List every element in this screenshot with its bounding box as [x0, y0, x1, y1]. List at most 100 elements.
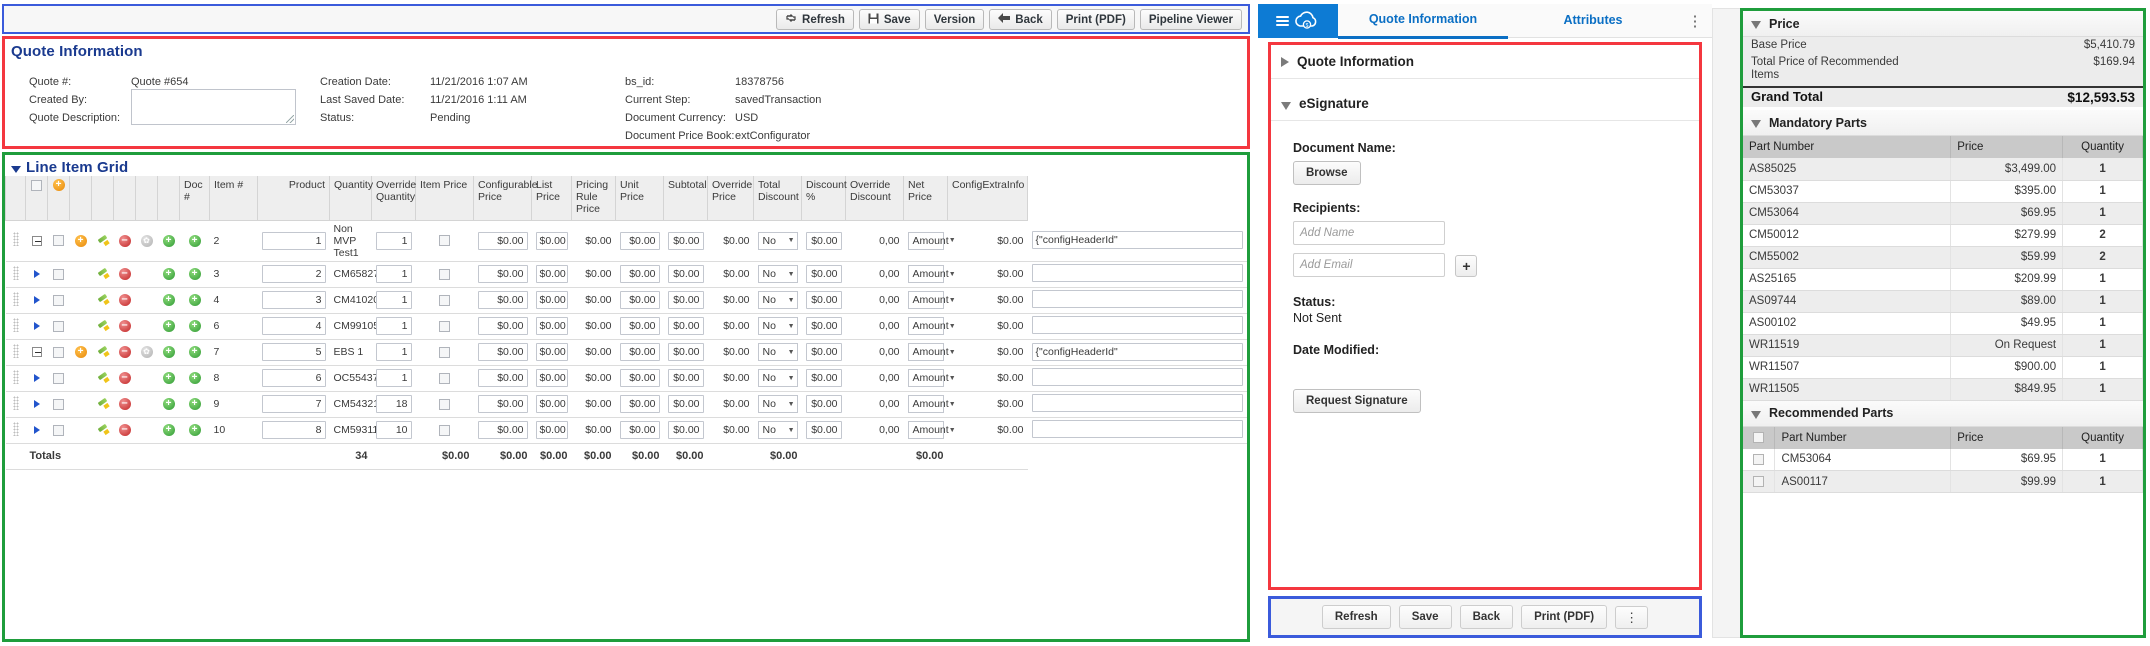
- recommended-col-select[interactable]: [1743, 427, 1775, 449]
- pricing-rule-price-input[interactable]: $0.00: [620, 232, 660, 250]
- override-price-select[interactable]: No▼: [758, 317, 798, 335]
- row-movedown-cell[interactable]: [180, 220, 210, 261]
- accordion-recommended-parts[interactable]: Recommended Parts: [1743, 401, 2143, 427]
- pricing-rule-price-input[interactable]: $0.00: [620, 317, 660, 335]
- cell-total-discount[interactable]: $0.00: [802, 365, 846, 391]
- configurable-price-input[interactable]: $0.00: [536, 265, 568, 283]
- unit-price-input[interactable]: $0.00: [668, 265, 704, 283]
- cell-unit-price[interactable]: $0.00: [664, 287, 708, 313]
- edit-pencil-icon[interactable]: [97, 372, 109, 384]
- cell-item-price[interactable]: $0.00: [474, 391, 532, 417]
- row-moveup-cell[interactable]: [158, 391, 180, 417]
- override-quantity-checkbox[interactable]: [439, 347, 450, 358]
- mandatory-parts-chevron-down-icon[interactable]: [1751, 120, 1761, 128]
- cell-quantity[interactable]: 18: [372, 391, 416, 417]
- cell-config-extra-info[interactable]: [1028, 287, 1248, 313]
- cell-unit-price[interactable]: $0.00: [664, 261, 708, 287]
- row-expand-icon[interactable]: [34, 322, 40, 330]
- total-discount-input[interactable]: $0.00: [806, 343, 842, 361]
- override-discount-select[interactable]: Amount▼: [908, 343, 944, 361]
- chevron-right-icon[interactable]: [1281, 57, 1289, 67]
- cell-override-discount[interactable]: Amount▼: [904, 339, 948, 365]
- drag-dots-icon[interactable]: [13, 232, 19, 246]
- accordion-quote-information[interactable]: Quote Information: [1271, 45, 1699, 79]
- override-quantity-checkbox[interactable]: [439, 295, 450, 306]
- accordion-price[interactable]: Price: [1743, 11, 2143, 37]
- item-price-input[interactable]: $0.00: [478, 343, 528, 361]
- row-collapse-icon[interactable]: [32, 236, 42, 246]
- cell-total-discount[interactable]: $0.00: [802, 313, 846, 339]
- row-collapse-icon[interactable]: [32, 347, 42, 357]
- cell-quantity[interactable]: 1: [372, 287, 416, 313]
- cell-item[interactable]: 1: [258, 220, 330, 261]
- cell-override-price[interactable]: No▼: [754, 261, 802, 287]
- config-extra-info-input[interactable]: [1032, 316, 1244, 334]
- override-discount-select[interactable]: Amount▼: [908, 265, 944, 283]
- move-up-icon[interactable]: [163, 398, 175, 410]
- cell-config-extra-info[interactable]: [1028, 261, 1248, 287]
- item-price-input[interactable]: $0.00: [478, 265, 528, 283]
- item-price-input[interactable]: $0.00: [478, 421, 528, 439]
- grid-col-total-discount[interactable]: Total Discount: [754, 176, 802, 220]
- delete-icon[interactable]: [119, 294, 131, 306]
- cell-override-quantity[interactable]: [416, 220, 474, 261]
- table-row[interactable]: 86OC554371$0.00$0.00$0.00$0.00$0.00$0.00…: [6, 365, 1248, 391]
- cell-total-discount[interactable]: $0.00: [802, 417, 846, 443]
- unit-price-input[interactable]: $0.00: [668, 317, 704, 335]
- drag-dots-icon[interactable]: [13, 344, 19, 358]
- cell-override-price[interactable]: No▼: [754, 391, 802, 417]
- move-down-icon[interactable]: [189, 320, 201, 332]
- cell-override-discount[interactable]: Amount▼: [904, 313, 948, 339]
- grid-col-net-price[interactable]: Net Price: [904, 176, 948, 220]
- table-row[interactable]: 21Non MVP Test11$0.00$0.00$0.00$0.00$0.0…: [6, 220, 1248, 261]
- delete-icon[interactable]: [119, 235, 131, 247]
- cell-override-price[interactable]: No▼: [754, 287, 802, 313]
- row-select-cell[interactable]: [48, 261, 70, 287]
- table-row[interactable]: 108CM5931110$0.00$0.00$0.00$0.00$0.00$0.…: [6, 417, 1248, 443]
- quantity-input[interactable]: 1: [376, 343, 412, 361]
- grid-col-quantity[interactable]: Quantity: [330, 176, 372, 220]
- edit-pencil-icon[interactable]: [97, 346, 109, 358]
- table-row[interactable]: AS00117$99.991: [1743, 471, 2143, 493]
- drag-dots-icon[interactable]: [13, 292, 19, 306]
- cell-configurable-price[interactable]: $0.00: [532, 391, 572, 417]
- edit-pencil-icon[interactable]: [97, 320, 109, 332]
- row-edit-cell[interactable]: [92, 417, 114, 443]
- row-drag-handle[interactable]: [6, 391, 26, 417]
- total-discount-input[interactable]: $0.00: [806, 317, 842, 335]
- row-delete-cell[interactable]: [114, 339, 136, 365]
- item-price-input[interactable]: $0.00: [478, 232, 528, 250]
- add-recipient-button[interactable]: +: [1455, 255, 1477, 277]
- cell-override-quantity[interactable]: [416, 391, 474, 417]
- quantity-input[interactable]: 1: [376, 317, 412, 335]
- cell-override-discount[interactable]: Amount▼: [904, 365, 948, 391]
- grid-col-item[interactable]: Item #: [210, 176, 258, 220]
- move-up-icon[interactable]: [163, 346, 175, 358]
- cell-total-discount[interactable]: $0.00: [802, 261, 846, 287]
- row-delete-cell[interactable]: [114, 391, 136, 417]
- item-number-input[interactable]: 5: [262, 343, 326, 361]
- row-expand-icon[interactable]: [34, 400, 40, 408]
- mobile-kebab-menu-icon[interactable]: ⋮: [1615, 606, 1648, 629]
- total-discount-input[interactable]: $0.00: [806, 421, 842, 439]
- edit-pencil-icon[interactable]: [97, 235, 109, 247]
- override-price-select[interactable]: No▼: [758, 232, 798, 250]
- chevron-down-icon[interactable]: [1281, 102, 1291, 110]
- total-discount-input[interactable]: $0.00: [806, 265, 842, 283]
- tab-attributes[interactable]: Attributes: [1508, 4, 1678, 37]
- override-quantity-checkbox[interactable]: [439, 399, 450, 410]
- cell-quantity[interactable]: 1: [372, 339, 416, 365]
- quote-description-textarea[interactable]: [131, 89, 296, 125]
- cell-pricing-rule-price[interactable]: $0.00: [616, 261, 664, 287]
- edit-pencil-icon[interactable]: [97, 398, 109, 410]
- tab-quote-information[interactable]: Quote Information: [1338, 3, 1508, 39]
- row-movedown-cell[interactable]: [180, 313, 210, 339]
- delete-icon[interactable]: [119, 372, 131, 384]
- delete-icon[interactable]: [119, 424, 131, 436]
- row-checkbox[interactable]: [53, 425, 64, 436]
- row-checkbox[interactable]: [53, 269, 64, 280]
- drag-dots-icon[interactable]: [13, 370, 19, 384]
- cell-item-price[interactable]: $0.00: [474, 220, 532, 261]
- row-select-cell[interactable]: [48, 391, 70, 417]
- add-name-input[interactable]: Add Name: [1293, 221, 1445, 245]
